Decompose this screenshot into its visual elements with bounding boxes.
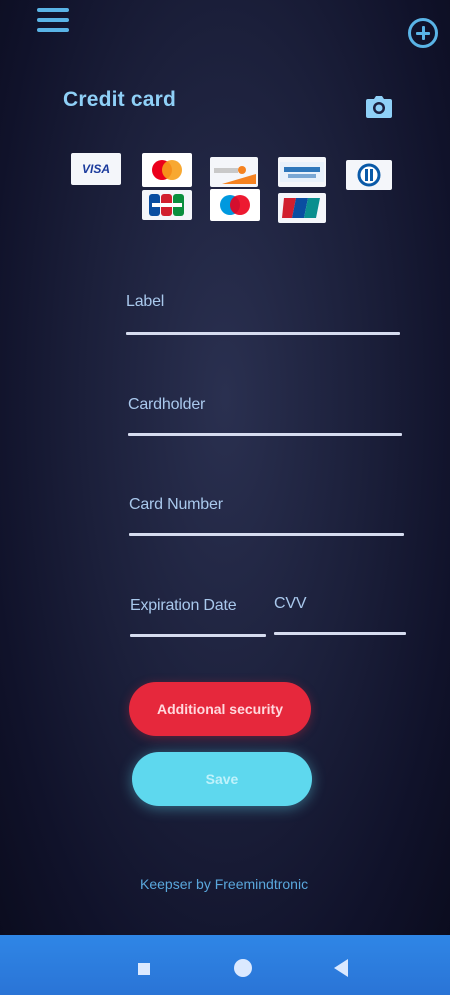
expiration-date-field[interactable]: Expiration Date: [130, 597, 270, 639]
save-label: Save: [205, 771, 239, 787]
footer-brand-text: Keepser by Freemindtronic: [140, 876, 309, 892]
card-number-field[interactable]: Card Number: [129, 496, 408, 538]
card-number-field-label: Card Number: [129, 496, 223, 513]
unionpay-card-icon[interactable]: [278, 193, 326, 223]
additional-security-label: Additional security: [156, 701, 284, 717]
back-icon[interactable]: [334, 959, 348, 977]
mastercard-card-icon[interactable]: [142, 153, 192, 187]
cardholder-underline: [128, 433, 402, 436]
jcb-card-icon[interactable]: [142, 190, 192, 220]
cardholder-field[interactable]: Cardholder: [128, 396, 406, 438]
additional-security-button[interactable]: Additional security: [129, 682, 311, 736]
home-icon[interactable]: [234, 959, 252, 977]
screen: Credit card VISA Label Cardholder Card N…: [0, 0, 450, 995]
label-field[interactable]: Label: [126, 293, 404, 335]
page-title: Credit card: [63, 88, 177, 111]
discover-card-icon[interactable]: [210, 157, 258, 187]
label-field-label: Label: [126, 293, 165, 310]
expiration-date-underline: [130, 634, 266, 637]
card-number-underline: [129, 533, 404, 536]
diners-club-card-icon[interactable]: [346, 160, 392, 190]
cvv-field-label: CVV: [274, 595, 307, 612]
recent-apps-icon[interactable]: [138, 963, 150, 975]
save-button[interactable]: Save: [132, 752, 312, 806]
maestro-card-icon[interactable]: [210, 189, 260, 221]
android-nav-bar: [0, 935, 450, 995]
expiration-date-field-label: Expiration Date: [130, 597, 237, 614]
visa-card-icon[interactable]: VISA: [71, 153, 121, 185]
plus-circle-icon[interactable]: [408, 18, 438, 48]
cvv-field[interactable]: CVV: [274, 595, 410, 637]
cvv-underline: [274, 632, 406, 635]
camera-icon[interactable]: [366, 96, 392, 118]
hamburger-menu-icon[interactable]: [37, 8, 69, 32]
cardholder-field-label: Cardholder: [128, 396, 206, 413]
label-underline: [126, 332, 400, 335]
amex-card-icon[interactable]: [278, 157, 326, 187]
